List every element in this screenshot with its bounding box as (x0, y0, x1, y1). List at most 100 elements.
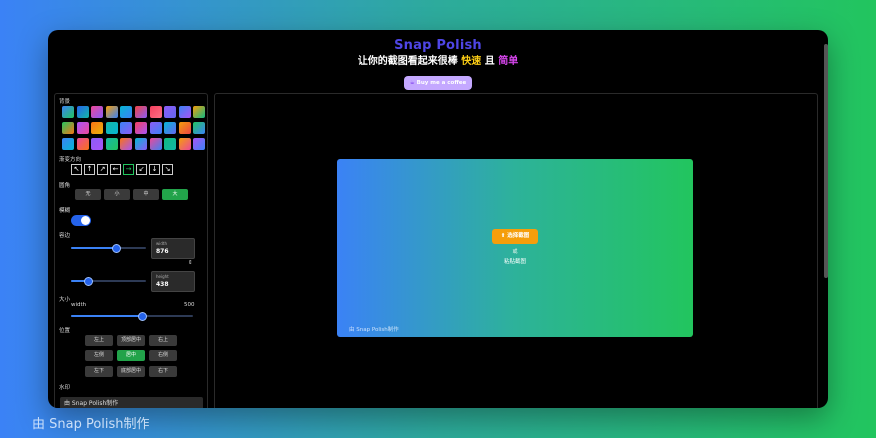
position-right-button[interactable]: 右侧 (149, 350, 177, 361)
canvas-watermark: 由 Snap Polish制作 (349, 327, 399, 333)
background-swatch[interactable] (193, 122, 206, 134)
blur-label: 模糊 (59, 208, 71, 214)
app-title: Snap Polish (394, 38, 482, 53)
or-text: 或 (512, 249, 518, 255)
slider-handle[interactable] (137, 311, 147, 321)
background-swatch[interactable] (91, 138, 104, 150)
watermark-label: 水印 (59, 385, 71, 391)
buy-coffee-button[interactable]: ☕ Buy me a coffee (403, 76, 473, 90)
radius-none-button[interactable]: 无 (75, 189, 101, 200)
radius-medium-button[interactable]: 中 (133, 189, 159, 200)
header: Snap Polish 让你的截图看起来很棒 快速 且 简单 ☕ Buy me a… (48, 38, 828, 90)
background-swatch[interactable] (62, 122, 74, 134)
settings-sidebar: 背景 渐变方向 ↖ ↑ ↗ ← → ↙ ↓ ↘ 圆角 无 小 中 大 模糊 容边… (54, 93, 208, 408)
padding-height-field[interactable]: height 438 (151, 271, 195, 292)
background-swatch[interactable] (193, 106, 206, 118)
position-left-button[interactable]: 左侧 (85, 350, 113, 361)
background-swatch[interactable] (76, 106, 89, 118)
subtitle-prefix: 让你的截图看起来很棒 (357, 56, 458, 67)
background-swatch[interactable] (62, 138, 74, 150)
subtitle-and: 且 (484, 56, 495, 67)
app-window: Snap Polish 让你的截图看起来很棒 快速 且 简单 ☕ Buy me a… (48, 30, 828, 408)
position-bottom-right-button[interactable]: 右下 (149, 366, 177, 377)
background-swatch[interactable] (164, 138, 177, 150)
padding-width-field-label: width (156, 241, 168, 246)
page-watermark: 由 Snap Polish制作 (32, 417, 150, 432)
background-swatch[interactable] (105, 106, 118, 118)
slider-fill (71, 247, 116, 249)
preview-canvas[interactable]: ⬆ 选择截图 或 粘贴截图 由 Snap Polish制作 (337, 159, 693, 337)
background-swatch[interactable] (164, 122, 177, 134)
radius-large-button[interactable]: 大 (162, 189, 188, 200)
background-swatch[interactable] (120, 122, 133, 134)
size-label: 大小 (59, 297, 71, 303)
subtitle-fast: 快速 (461, 56, 482, 67)
slider-handle[interactable] (112, 243, 121, 253)
direction-up-right-button[interactable]: ↗ (97, 164, 108, 175)
watermark-input[interactable]: 由 Snap Polish制作 (60, 397, 203, 408)
padding-height-field-label: height (156, 274, 169, 279)
paste-screenshot-text: 粘贴截图 (503, 259, 526, 265)
padding-height-slider[interactable] (71, 276, 146, 286)
blur-toggle[interactable] (71, 215, 91, 226)
background-swatch[interactable] (178, 106, 191, 118)
padding-label: 容边 (59, 233, 71, 239)
position-center-button[interactable]: 居中 (117, 350, 145, 361)
direction-left-button[interactable]: ← (110, 164, 121, 175)
background-swatch[interactable] (91, 106, 104, 118)
scrollbar[interactable] (824, 36, 828, 402)
subtitle: 让你的截图看起来很棒 快速 且 简单 (48, 55, 828, 69)
slider-fill (71, 315, 142, 317)
padding-height-value: 438 (156, 281, 169, 288)
direction-right-button[interactable]: → (123, 164, 134, 175)
link-dimensions-icon[interactable]: ⇕ (188, 260, 193, 266)
background-swatch[interactable] (91, 122, 104, 134)
choose-screenshot-button[interactable]: ⬆ 选择截图 (492, 229, 538, 244)
direction-down-left-button[interactable]: ↙ (136, 164, 147, 175)
size-width-value: 500 (184, 302, 195, 308)
direction-label: 渐变方向 (59, 157, 82, 163)
position-top-right-button[interactable]: 右上 (149, 335, 177, 346)
padding-width-value: 876 (156, 248, 169, 255)
background-swatch[interactable] (120, 106, 133, 118)
background-swatch[interactable] (164, 106, 177, 118)
position-top-left-button[interactable]: 左上 (85, 335, 113, 346)
background-swatch[interactable] (120, 138, 133, 150)
background-swatch[interactable] (76, 122, 89, 134)
position-top-center-button[interactable]: 顶部居中 (117, 335, 145, 346)
subtitle-simple: 简单 (498, 56, 519, 67)
background-swatch[interactable] (135, 106, 147, 118)
background-swatch[interactable] (105, 138, 118, 150)
position-label: 位置 (59, 328, 71, 334)
toggle-knob (81, 216, 90, 225)
background-swatch[interactable] (178, 122, 191, 134)
direction-up-button[interactable]: ↑ (84, 164, 95, 175)
background-swatch[interactable] (149, 106, 162, 118)
size-width-label: width (71, 302, 87, 308)
background-swatch[interactable] (135, 138, 147, 150)
coffee-icon: ☕ (409, 80, 415, 86)
radius-label: 圆角 (59, 183, 71, 189)
background-swatch[interactable] (76, 138, 89, 150)
position-bottom-left-button[interactable]: 左下 (85, 366, 113, 377)
background-swatch[interactable] (149, 138, 162, 150)
background-swatch[interactable] (105, 122, 118, 134)
radius-small-button[interactable]: 小 (104, 189, 130, 200)
background-swatch[interactable] (135, 122, 147, 134)
slider-handle[interactable] (83, 276, 93, 286)
buy-coffee-label: Buy me a coffee (416, 80, 467, 86)
size-slider[interactable] (71, 311, 193, 321)
padding-width-slider[interactable] (71, 243, 146, 253)
position-bottom-center-button[interactable]: 底部居中 (117, 366, 145, 377)
scrollbar-thumb[interactable] (824, 44, 828, 278)
background-swatch[interactable] (178, 138, 191, 150)
background-swatch[interactable] (193, 138, 206, 150)
padding-width-field[interactable]: width 876 (151, 238, 195, 259)
background-label: 背景 (59, 99, 71, 105)
background-swatch[interactable] (149, 122, 162, 134)
direction-down-button[interactable]: ↓ (149, 164, 160, 175)
preview-panel: ⬆ 选择截图 或 粘贴截图 由 Snap Polish制作 (214, 93, 818, 408)
background-swatch[interactable] (62, 106, 74, 118)
direction-up-left-button[interactable]: ↖ (71, 164, 82, 175)
direction-down-right-button[interactable]: ↘ (162, 164, 173, 175)
